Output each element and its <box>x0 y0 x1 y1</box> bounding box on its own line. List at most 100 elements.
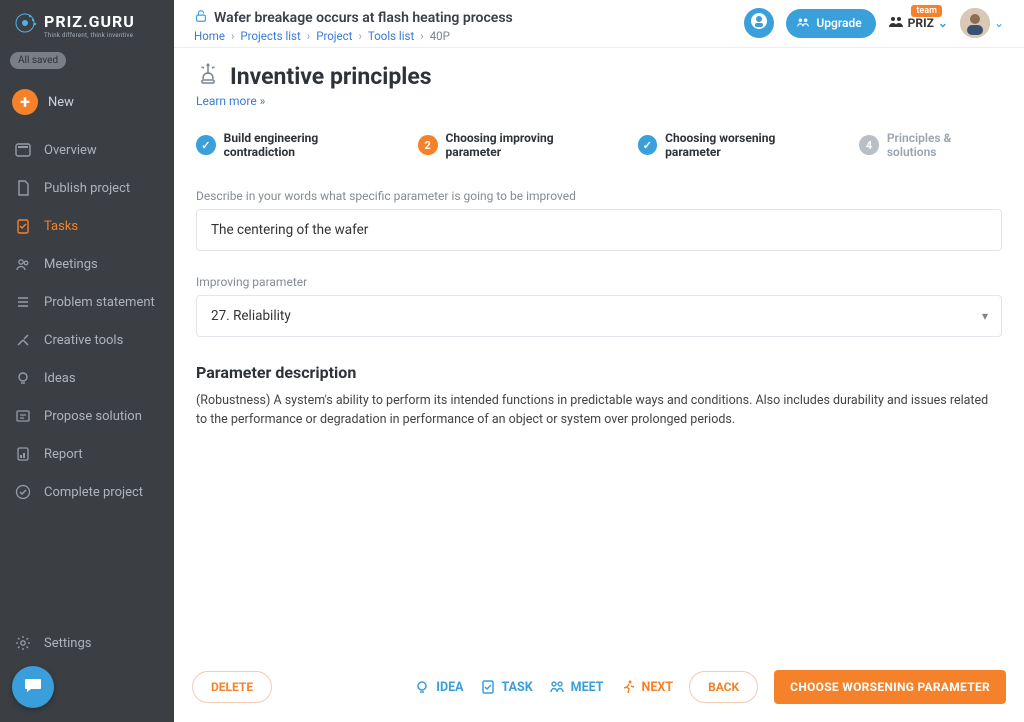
task-button[interactable]: TASK <box>480 679 533 695</box>
check-icon: ✓ <box>196 135 216 155</box>
assistant-icon <box>750 12 768 34</box>
describe-label: Describe in your words what specific par… <box>196 189 1002 203</box>
team-label: PRIZ <box>908 16 934 30</box>
sidebar-item-label: Propose solution <box>44 409 142 424</box>
step-number: 4 <box>859 135 879 155</box>
next-label: NEXT <box>642 680 674 695</box>
sidebar-item-label: Meetings <box>44 257 98 272</box>
avatar <box>960 8 990 38</box>
upgrade-button[interactable]: Upgrade <box>786 9 875 38</box>
tools-icon <box>14 331 32 349</box>
sidebar-item-settings[interactable]: Settings <box>0 622 174 664</box>
brand-tagline: Think different, think inventive <box>44 32 135 39</box>
chat-icon <box>23 675 43 699</box>
idea-button[interactable]: IDEA <box>414 679 463 695</box>
crumb-home[interactable]: Home <box>194 29 225 43</box>
sidebar-nav: Overview Publish project Tasks Meetings … <box>0 131 174 511</box>
choose-worsening-button[interactable]: CHOOSE WORSENING PARAMETER <box>774 670 1006 704</box>
sidebar-item-ideas[interactable]: Ideas <box>0 359 174 397</box>
sidebar-item-meetings[interactable]: Meetings <box>0 245 174 283</box>
stepper: ✓ Build engineering contradiction 2 Choo… <box>196 131 1002 159</box>
bulb-icon <box>14 369 32 387</box>
param-desc-body: (Robustness) A system's ability to perfo… <box>196 392 1002 430</box>
learn-more-link[interactable]: Learn more » <box>196 94 265 108</box>
sidebar-item-overview[interactable]: Overview <box>0 131 174 169</box>
content: Inventive principles Learn more » ✓ Buil… <box>174 48 1024 656</box>
sidebar-item-label: Complete project <box>44 485 143 500</box>
crumb-sep: › <box>307 29 310 43</box>
task-icon <box>480 679 496 695</box>
crumb-projects-list[interactable]: Projects list <box>240 29 300 43</box>
breadcrumb: Home › Projects list › Project › Tools l… <box>194 29 513 43</box>
crumb-tools-list[interactable]: Tools list <box>368 29 414 43</box>
sidebar-item-creative[interactable]: Creative tools <box>0 321 174 359</box>
improving-select[interactable]: 27. Reliability <box>196 295 1002 337</box>
plus-icon: + <box>12 89 38 115</box>
step-label: Choosing worsening parameter <box>665 131 831 159</box>
gear-icon <box>14 634 32 652</box>
team-switcher[interactable]: team PRIZ ⌄ <box>888 15 948 32</box>
running-icon <box>620 679 636 695</box>
step-label: Choosing improving parameter <box>446 131 610 159</box>
step-number: 2 <box>418 135 438 155</box>
delete-button[interactable]: DELETE <box>192 671 272 703</box>
sidebar: PRIZ.GURU Think different, think inventi… <box>0 0 174 722</box>
sidebar-item-label: Creative tools <box>44 333 123 348</box>
crumb-current: 40P <box>430 29 450 43</box>
sidebar-item-label: Settings <box>44 636 91 651</box>
crumb-sep: › <box>358 29 361 43</box>
sidebar-item-label: Tasks <box>44 219 78 234</box>
step-1[interactable]: ✓ Build engineering contradiction <box>196 131 390 159</box>
proposal-icon <box>14 407 32 425</box>
sidebar-item-tasks[interactable]: Tasks <box>0 207 174 245</box>
sidebar-item-label: Problem statement <box>44 295 155 310</box>
step-4[interactable]: 4 Principles & solutions <box>859 131 1002 159</box>
meet-icon <box>549 679 565 695</box>
sidebar-item-publish[interactable]: Publish project <box>0 169 174 207</box>
brand-mark-icon <box>12 10 38 40</box>
step-2[interactable]: 2 Choosing improving parameter <box>418 131 610 159</box>
crumb-sep: › <box>231 29 234 43</box>
page-title: Inventive principles <box>230 63 432 90</box>
user-menu[interactable]: ⌄ <box>960 8 1004 38</box>
chevron-down-icon: ⌄ <box>994 16 1004 30</box>
people-icon <box>14 255 32 273</box>
sidebar-item-label: Publish project <box>44 181 130 196</box>
describe-input[interactable] <box>196 209 1002 251</box>
brand-name: PRIZ.GURU <box>44 12 135 31</box>
page-context-title: Wafer breakage occurs at flash heating p… <box>214 10 513 26</box>
sidebar-item-propose[interactable]: Propose solution <box>0 397 174 435</box>
meet-button[interactable]: MEET <box>549 679 604 695</box>
footer-bar: DELETE IDEA TASK MEET NEXT BACK CHOOSE W… <box>174 656 1024 722</box>
task-label: TASK <box>502 680 533 695</box>
step-label: Principles & solutions <box>887 131 1002 159</box>
report-icon <box>14 445 32 463</box>
meet-label: MEET <box>571 680 604 695</box>
sidebar-item-label: Ideas <box>44 371 76 386</box>
saved-badge: All saved <box>10 52 66 69</box>
step-3[interactable]: ✓ Choosing worsening parameter <box>638 131 832 159</box>
next-button[interactable]: NEXT <box>620 679 674 695</box>
brand-logo[interactable]: PRIZ.GURU Think different, think inventi… <box>0 0 174 46</box>
list-icon <box>14 293 32 311</box>
clipboard-icon <box>14 217 32 235</box>
team-badge: team <box>911 5 942 17</box>
sidebar-item-complete[interactable]: Complete project <box>0 473 174 511</box>
document-icon <box>14 179 32 197</box>
chat-widget[interactable] <box>12 666 54 708</box>
lock-open-icon <box>194 8 208 27</box>
step-label: Build engineering contradiction <box>224 131 390 159</box>
check-icon: ✓ <box>638 135 658 155</box>
sidebar-item-label: Report <box>44 447 83 462</box>
upgrade-icon <box>796 15 810 32</box>
new-button[interactable]: + New <box>0 79 174 125</box>
sidebar-item-report[interactable]: Report <box>0 435 174 473</box>
overview-icon <box>14 141 32 159</box>
complete-icon <box>14 483 32 501</box>
crumb-project[interactable]: Project <box>316 29 352 43</box>
sidebar-item-problem[interactable]: Problem statement <box>0 283 174 321</box>
back-button[interactable]: BACK <box>689 671 758 703</box>
chevron-down-icon: ⌄ <box>938 16 948 30</box>
assistant-button[interactable] <box>744 8 774 38</box>
upgrade-label: Upgrade <box>816 16 861 30</box>
